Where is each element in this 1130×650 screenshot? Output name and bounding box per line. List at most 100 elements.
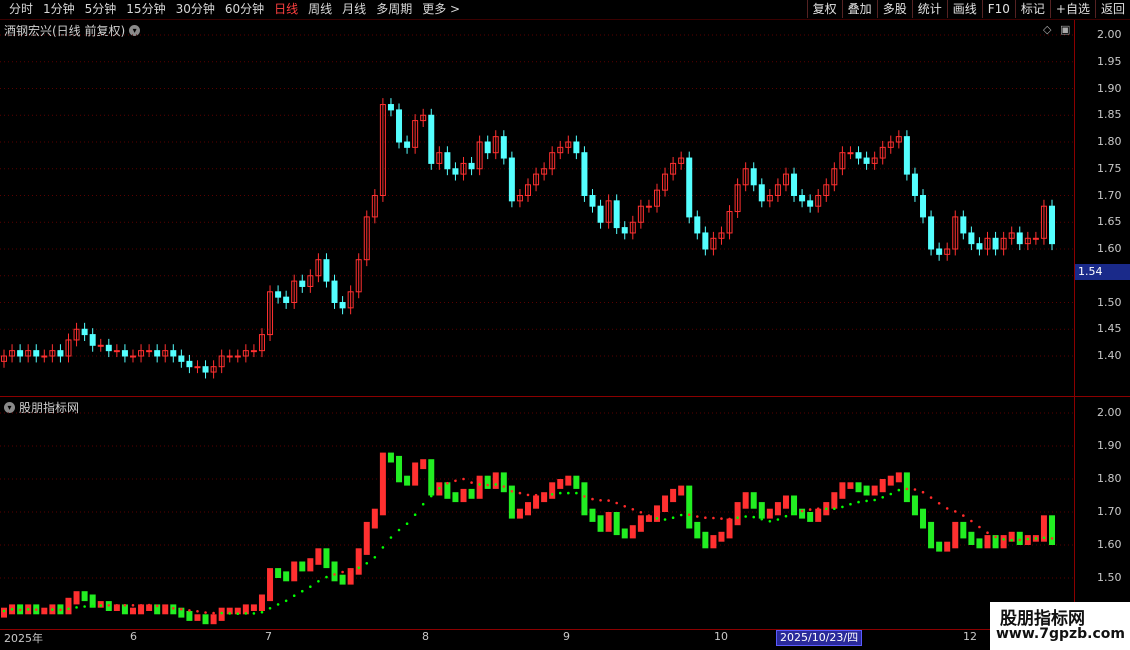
current-price-label: 1.54 bbox=[1075, 264, 1130, 280]
x-tick-label: 12 bbox=[963, 630, 977, 643]
ma-dot bbox=[341, 570, 344, 574]
ma-dot bbox=[317, 580, 320, 583]
indicator-bar bbox=[1016, 531, 1023, 545]
candle-body bbox=[855, 152, 862, 159]
indicator-bar bbox=[944, 541, 951, 552]
indicator-bar bbox=[460, 488, 467, 503]
indicator-bar bbox=[428, 459, 435, 496]
candle-body bbox=[686, 157, 693, 218]
indicator-bar bbox=[815, 508, 822, 522]
ma-dot bbox=[268, 607, 272, 610]
candle-body bbox=[960, 216, 967, 234]
indicator-bar bbox=[702, 531, 709, 549]
ma-dot bbox=[107, 604, 111, 607]
candle-body bbox=[645, 205, 652, 208]
indicator-bar bbox=[129, 607, 136, 615]
ma-dot bbox=[615, 501, 618, 505]
indicator-bar bbox=[468, 488, 475, 499]
indicator-bar bbox=[879, 479, 886, 493]
y-tick-label: 1.80 bbox=[1097, 135, 1122, 148]
candle-body bbox=[81, 328, 88, 336]
ma-dot bbox=[824, 507, 828, 511]
ma-dot bbox=[212, 611, 215, 615]
indicator-bar bbox=[662, 495, 669, 512]
ma-dot bbox=[550, 493, 554, 496]
chart-canvas[interactable] bbox=[0, 0, 1074, 650]
ma-dot bbox=[228, 612, 232, 615]
ma-dot bbox=[833, 507, 836, 511]
ma-dot bbox=[51, 608, 54, 611]
candle-body bbox=[154, 350, 161, 357]
crosshair-date-label: 2025/10/23/四 bbox=[776, 630, 863, 646]
ma-dot bbox=[333, 573, 336, 576]
candle-body bbox=[1049, 205, 1055, 245]
ma-dot bbox=[446, 481, 449, 485]
ma-dot bbox=[300, 589, 304, 593]
ma-dot bbox=[123, 604, 127, 607]
candle-body bbox=[444, 152, 451, 170]
ma-dot bbox=[873, 498, 876, 502]
candle-body bbox=[597, 205, 604, 223]
candle-body bbox=[234, 355, 241, 358]
y-tick-label: 2.00 bbox=[1097, 406, 1122, 419]
candle-body bbox=[33, 350, 40, 357]
indicator-bar bbox=[331, 561, 338, 582]
ma-dot bbox=[1042, 536, 1046, 540]
indicator-bar bbox=[597, 515, 604, 532]
indicator-bar bbox=[194, 614, 201, 621]
candle-body bbox=[936, 248, 943, 255]
toolbar-button[interactable]: 返回 bbox=[1094, 0, 1130, 18]
ma-dot bbox=[147, 603, 151, 607]
ma-dot bbox=[518, 491, 522, 495]
candle-body bbox=[89, 334, 96, 346]
indicator-bar bbox=[1049, 515, 1055, 545]
y-tick-label: 1.65 bbox=[1097, 215, 1122, 229]
indicator-bar bbox=[984, 535, 991, 549]
candle-body bbox=[250, 350, 257, 353]
y-tick-label: 1.70 bbox=[1097, 188, 1122, 202]
ma-dot bbox=[768, 520, 772, 523]
ma-dot bbox=[655, 517, 659, 520]
ma-dot bbox=[155, 604, 159, 608]
ma-dot bbox=[365, 562, 369, 565]
ma-dot bbox=[171, 607, 175, 610]
indicator-bar bbox=[758, 502, 765, 519]
indicator-bar bbox=[670, 488, 677, 503]
candle-body bbox=[428, 114, 435, 164]
candle-body bbox=[911, 173, 918, 197]
indicator-bar bbox=[750, 492, 757, 509]
ma-dot bbox=[913, 488, 917, 491]
indicator-bar bbox=[855, 482, 862, 493]
ma-dot bbox=[75, 606, 78, 609]
indicator-bar bbox=[976, 538, 983, 549]
x-tick-label: 2025年 bbox=[4, 632, 43, 645]
indicator-bar bbox=[871, 485, 878, 496]
indicator-bar bbox=[952, 521, 959, 549]
ma-dot bbox=[244, 612, 248, 615]
y-tick-label: 1.75 bbox=[1097, 161, 1122, 175]
ma-dot bbox=[381, 546, 385, 549]
candle-body bbox=[903, 136, 910, 175]
candle-body bbox=[186, 360, 193, 368]
ma-dot bbox=[486, 483, 489, 487]
candle-body bbox=[129, 355, 136, 358]
ma-dot bbox=[575, 491, 578, 495]
ma-dot bbox=[220, 611, 223, 615]
indicator-bar bbox=[839, 482, 846, 499]
candle-body bbox=[97, 344, 104, 347]
ma-dot bbox=[865, 499, 868, 503]
indicator-bar bbox=[186, 611, 193, 621]
candle-body bbox=[452, 168, 459, 175]
indicator-bar bbox=[831, 492, 838, 509]
indicator-bar bbox=[718, 531, 725, 542]
candle-body bbox=[863, 157, 870, 164]
indicator-bar bbox=[920, 508, 927, 529]
ma-dot bbox=[760, 517, 764, 521]
indicator-bar bbox=[549, 482, 556, 499]
indicator-bar bbox=[444, 482, 451, 499]
ma-dot bbox=[937, 502, 941, 505]
ma-dot bbox=[1026, 537, 1030, 541]
ma-dot bbox=[462, 477, 465, 481]
indicator-bar bbox=[565, 475, 572, 486]
indicator-bar bbox=[339, 574, 346, 585]
